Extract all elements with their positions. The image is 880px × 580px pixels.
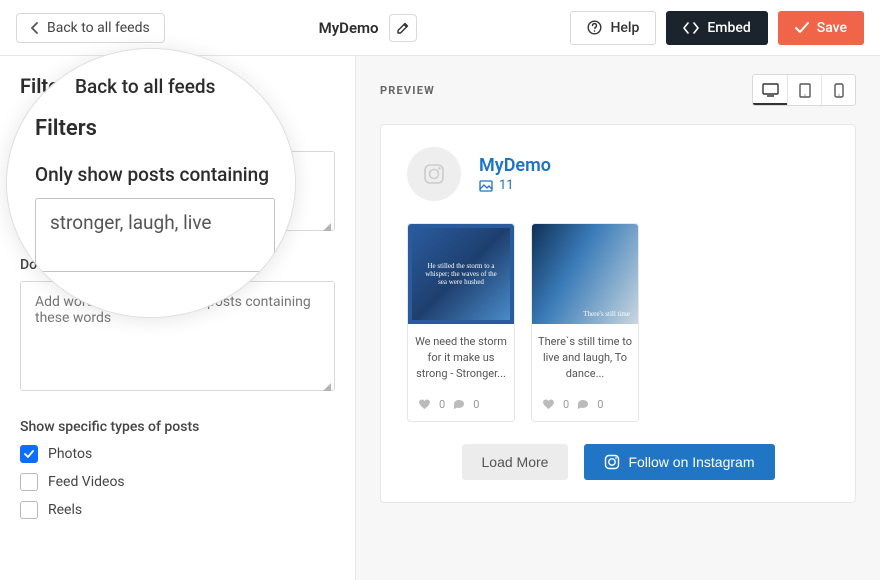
heart-icon[interactable] xyxy=(542,398,555,410)
save-button[interactable]: Save xyxy=(778,11,864,45)
heart-icon[interactable] xyxy=(418,398,431,410)
device-tabs xyxy=(752,74,856,106)
post-image-text: There's still time xyxy=(583,310,630,318)
checkbox-label: Feed Videos xyxy=(48,474,125,490)
device-tab-mobile[interactable] xyxy=(821,75,855,105)
comment-count: 0 xyxy=(473,398,479,411)
do-not-show-label: Do not show posts containing xyxy=(20,257,206,273)
instagram-icon xyxy=(604,454,620,470)
types-heading: Show specific types of posts xyxy=(20,419,335,435)
back-label: Back to all feeds xyxy=(47,20,150,36)
profile-stats[interactable]: 11 xyxy=(479,178,551,193)
resize-handle-icon[interactable] xyxy=(323,223,331,231)
do-not-show-label-row: Do not show posts containing i xyxy=(20,257,335,273)
post-caption: There`s still time to live and laugh, To… xyxy=(532,324,638,392)
desktop-icon xyxy=(762,83,779,97)
help-label: Help xyxy=(610,20,639,36)
checkbox-photos[interactable] xyxy=(20,445,38,463)
checkbox-row-reels[interactable]: Reels xyxy=(20,501,335,519)
post-caption: We need the storm for it make us strong … xyxy=(408,324,514,392)
back-button[interactable]: Back to all feeds xyxy=(16,13,165,43)
embed-button[interactable]: Embed xyxy=(666,11,767,45)
tablet-icon xyxy=(799,83,811,98)
preview-actions: Load More Follow on Instagram xyxy=(407,444,829,480)
checkbox-row-photos[interactable]: Photos xyxy=(20,445,335,463)
post-image: There's still time xyxy=(532,224,638,324)
pencil-icon xyxy=(396,21,410,35)
instagram-icon xyxy=(422,162,446,186)
chevron-left-icon xyxy=(31,22,39,34)
header-actions: Help Embed Save xyxy=(570,11,864,45)
info-icon[interactable]: i xyxy=(212,258,227,273)
comment-count: 0 xyxy=(597,398,603,411)
profile-info: MyDemo 11 xyxy=(479,155,551,193)
image-icon xyxy=(479,180,493,192)
help-button[interactable]: Help xyxy=(570,11,656,45)
profile-row: MyDemo 11 xyxy=(407,147,829,201)
only-show-input[interactable] xyxy=(20,151,335,231)
profile-name[interactable]: MyDemo xyxy=(479,155,551,176)
info-icon[interactable]: i xyxy=(248,123,263,138)
code-icon xyxy=(683,22,699,34)
header-center: MyDemo xyxy=(177,14,559,42)
comment-icon[interactable] xyxy=(453,398,465,410)
preview-top: PREVIEW xyxy=(380,74,856,106)
device-tab-tablet[interactable] xyxy=(787,75,821,105)
post-image: He stilled the storm to a whisper; the w… xyxy=(408,224,514,324)
device-tab-desktop[interactable] xyxy=(753,75,787,105)
post-meta: 0 0 xyxy=(408,392,514,421)
follow-button[interactable]: Follow on Instagram xyxy=(584,444,774,480)
do-not-show-input[interactable] xyxy=(20,281,335,391)
avatar[interactable] xyxy=(407,147,461,201)
mobile-icon xyxy=(834,83,844,98)
resize-handle-icon[interactable] xyxy=(323,383,331,391)
checkbox-reels[interactable] xyxy=(20,501,38,519)
embed-label: Embed xyxy=(707,20,750,36)
post-image-text: He stilled the storm to a whisper; the w… xyxy=(422,262,500,286)
main: Filters Only show posts containing i Do … xyxy=(0,56,880,580)
save-label: Save xyxy=(817,20,847,36)
checkbox-feed-videos[interactable] xyxy=(20,473,38,491)
load-more-button[interactable]: Load More xyxy=(462,444,569,480)
check-icon xyxy=(795,22,809,34)
follow-label: Follow on Instagram xyxy=(628,454,754,470)
help-icon xyxy=(587,20,602,35)
preview-heading: PREVIEW xyxy=(380,84,435,97)
filters-heading: Filters xyxy=(20,74,335,98)
topbar: Back to all feeds MyDemo Help Embed Save xyxy=(0,0,880,56)
post-card[interactable]: He stilled the storm to a whisper; the w… xyxy=(407,223,515,422)
post-count: 11 xyxy=(499,178,514,193)
feed-preview-card: MyDemo 11 He stilled the storm to a whis… xyxy=(380,124,856,503)
checkbox-label: Reels xyxy=(48,502,82,518)
only-show-label: Only show posts containing xyxy=(20,120,242,141)
only-show-label-row: Only show posts containing i xyxy=(20,120,335,141)
like-count: 0 xyxy=(563,398,569,411)
like-count: 0 xyxy=(439,398,445,411)
preview-panel: PREVIEW MyDemo xyxy=(356,56,880,580)
checkmark-icon xyxy=(24,449,34,459)
post-meta: 0 0 xyxy=(532,392,638,421)
feed-name: MyDemo xyxy=(319,19,379,37)
checkbox-row-feed-videos[interactable]: Feed Videos xyxy=(20,473,335,491)
comment-icon[interactable] xyxy=(577,398,589,410)
posts-grid: He stilled the storm to a whisper; the w… xyxy=(407,223,829,422)
edit-name-button[interactable] xyxy=(389,14,417,42)
post-card[interactable]: There's still time There`s still time to… xyxy=(531,223,639,422)
checkbox-label: Photos xyxy=(48,446,92,462)
sidebar: Filters Only show posts containing i Do … xyxy=(0,56,356,580)
